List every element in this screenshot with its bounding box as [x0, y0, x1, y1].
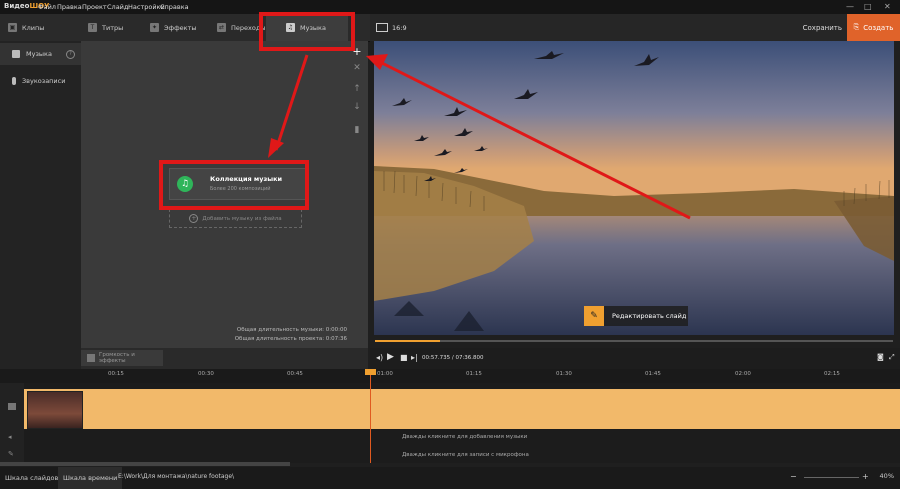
- timeline-tracks: ◂ ✎ Дважды кликните для добавления музык…: [0, 383, 900, 463]
- menu-bar: ВидеоШОУ Файл Правка Проект Слайд Настро…: [0, 0, 900, 14]
- music-sidebar: Музыка? Звукозаписи: [0, 41, 81, 369]
- arrow-down-icon[interactable]: ↓: [352, 102, 362, 112]
- zoom-in-icon[interactable]: +: [862, 472, 869, 481]
- menu-file[interactable]: Файл: [38, 3, 56, 11]
- ruler-label: 01:00: [377, 371, 393, 377]
- music-note-icon: [12, 50, 20, 58]
- create-button[interactable]: ⎘ Создать: [847, 14, 900, 41]
- preview-header: 16:9 Сохранить: [370, 14, 900, 41]
- next-frame-icon[interactable]: ▸|: [411, 353, 418, 362]
- speaker-icon: ◂: [8, 433, 12, 441]
- tab-time-timeline[interactable]: Шкала времени: [58, 467, 123, 489]
- volume-icon[interactable]: ◂): [376, 353, 383, 362]
- video-clip-thumbnail[interactable]: [27, 391, 83, 429]
- playback-progress[interactable]: [375, 340, 893, 342]
- ruler-label: 02:00: [735, 371, 751, 377]
- tab-music[interactable]: ♫ Музыка: [266, 14, 348, 41]
- playhead[interactable]: [370, 369, 371, 463]
- tab-slide-timeline[interactable]: Шкала слайдов: [0, 467, 63, 489]
- save-button[interactable]: Сохранить: [803, 14, 842, 41]
- video-preview[interactable]: ✎ Редактировать слайд: [374, 41, 894, 335]
- close-icon[interactable]: ✕: [884, 2, 891, 11]
- menu-project[interactable]: Проект: [82, 3, 107, 11]
- panel-footer: Громкость и эффекты: [81, 348, 368, 369]
- edit-slide-button[interactable]: ✎ Редактировать слайд: [584, 306, 688, 326]
- delete-x-icon[interactable]: ✕: [352, 63, 362, 73]
- plus-icon: +: [189, 214, 199, 223]
- aspect-ratio[interactable]: 16:9: [376, 23, 407, 32]
- playback-time: 00:57.735 / 07:36.800: [422, 355, 484, 361]
- playback-controls: ◂) ▶ ■ ▸| 00:57.735 / 07:36.800 ◙ ⤢: [370, 348, 900, 369]
- music-collection-card[interactable]: ♫ Коллекция музыки Более 200 композиций: [169, 168, 308, 200]
- maximize-icon[interactable]: □: [864, 2, 872, 11]
- ruler-label: 01:45: [645, 371, 661, 377]
- playback-progress-fill: [375, 340, 441, 342]
- export-icon: ⎘: [853, 23, 860, 31]
- music-note-icon: ♫: [177, 176, 193, 192]
- sliders-icon: [87, 354, 95, 362]
- ruler-label: 00:15: [108, 371, 124, 377]
- ruler-label: 01:30: [556, 371, 572, 377]
- microphone-icon: ✎: [8, 450, 14, 458]
- info-icon[interactable]: ?: [66, 49, 75, 59]
- music-panel: ♫ Коллекция музыки Более 200 композиций …: [81, 41, 368, 348]
- play-icon[interactable]: ▶: [387, 352, 394, 362]
- menu-help[interactable]: Справка: [160, 3, 189, 11]
- timeline-ruler[interactable]: 00:15 00:30 00:45 01:00 01:15 01:30 01:4…: [0, 369, 900, 384]
- monitor-icon: [376, 23, 388, 32]
- minimize-icon[interactable]: —: [846, 2, 854, 11]
- lake-sunset-image: [374, 41, 894, 335]
- stop-icon[interactable]: ■: [400, 353, 408, 362]
- tab-effects[interactable]: ✦ Эффекты: [150, 14, 220, 41]
- menu-slide[interactable]: Слайд: [107, 3, 128, 11]
- microphone-icon: [12, 77, 16, 85]
- pencil-icon: ✎: [584, 306, 604, 326]
- effects-icon: ✦: [150, 23, 159, 32]
- volume-effects-button[interactable]: Громкость и эффекты: [81, 350, 163, 366]
- ruler-label: 00:30: [198, 371, 214, 377]
- ruler-label: 02:15: [824, 371, 840, 377]
- music-icon: ♫: [286, 23, 295, 32]
- add-icon[interactable]: +: [352, 45, 362, 58]
- clips-icon: ▣: [8, 23, 17, 32]
- trash-icon[interactable]: ▮: [352, 125, 362, 135]
- transitions-icon: ⇄: [217, 23, 226, 32]
- menu-edit[interactable]: Правка: [57, 3, 82, 11]
- tab-clips[interactable]: ▣ Клипы: [8, 14, 78, 41]
- tab-bar: ▣ Клипы T Титры ✦ Эффекты ⇄ Переходы ♫ Музыка: [0, 14, 370, 42]
- timeline-scrollbar[interactable]: [0, 462, 290, 466]
- zoom-level: 40%: [879, 472, 894, 480]
- track-header: ◂ ✎: [0, 383, 24, 463]
- project-duration: Общая длительность проекта: 0:07:36: [234, 336, 347, 342]
- sidebar-item-recordings[interactable]: Звукозаписи: [0, 70, 81, 92]
- record-mic-hint[interactable]: Дважды кликните для записи с микрофона: [402, 452, 529, 458]
- fullscreen-icon[interactable]: ⤢: [889, 353, 895, 362]
- sidebar-item-music[interactable]: Музыка?: [0, 43, 81, 65]
- arrow-up-icon[interactable]: ↑: [352, 84, 362, 94]
- titles-icon: T: [88, 23, 97, 32]
- playhead-handle[interactable]: [365, 369, 376, 375]
- add-music-hint[interactable]: Дважды кликните для добавления музыки: [402, 434, 527, 440]
- ruler-label: 00:45: [287, 371, 303, 377]
- snapshot-icon[interactable]: ◙: [877, 353, 884, 361]
- tab-transitions[interactable]: ⇄ Переходы: [217, 14, 267, 41]
- add-music-from-file-button[interactable]: + Добавить музыку из файла: [169, 209, 302, 228]
- panel-tools: + ✕ ↑ ↓ ▮: [347, 41, 368, 161]
- tab-titles[interactable]: T Титры: [88, 14, 148, 41]
- zoom-out-icon[interactable]: −: [790, 472, 797, 481]
- zoom-slider[interactable]: [804, 477, 859, 478]
- ruler-label: 01:15: [466, 371, 482, 377]
- video-track-icon: [8, 403, 16, 410]
- video-track[interactable]: [24, 389, 900, 429]
- status-bar: Шкала слайдов Шкала времени E:\Work\Для …: [0, 467, 900, 489]
- music-duration: Общая длительность музыки: 0:00:00: [236, 327, 347, 333]
- project-path: E:\Work\Для монтажа\nature footage\: [118, 473, 235, 480]
